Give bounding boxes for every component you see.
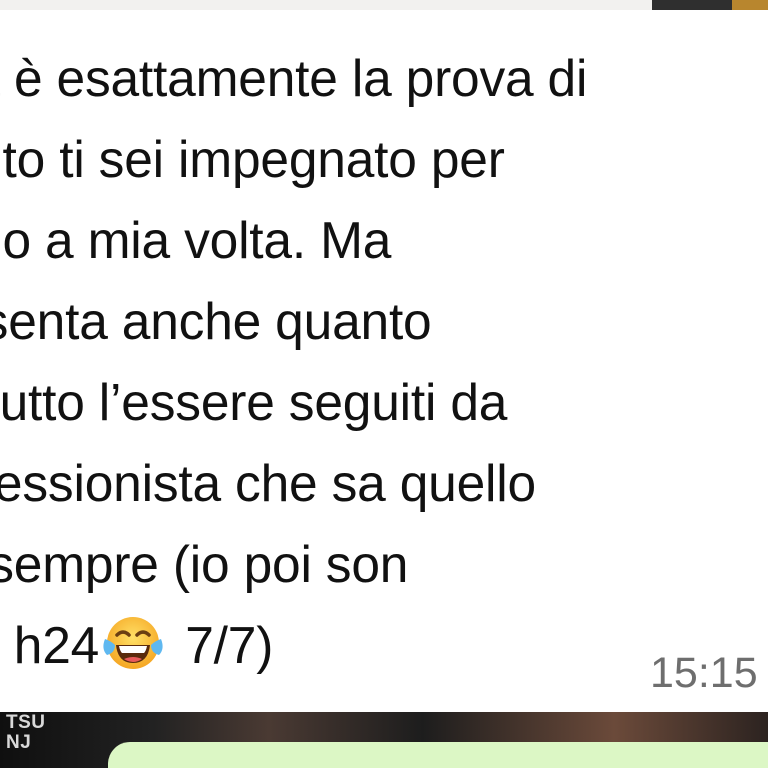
message-line-suffix: 7/7) bbox=[171, 616, 274, 674]
message-text: Questa è esattamente la prova di di quan… bbox=[0, 38, 768, 686]
message-line: me ed io a mia volta. Ma bbox=[0, 211, 392, 269]
previous-media-thumbnail-edge bbox=[732, 0, 768, 10]
message-line: Questa è esattamente la prova di bbox=[0, 49, 588, 107]
message-timestamp: 15:15 bbox=[650, 649, 758, 697]
message-line: seguita h24 bbox=[13, 616, 100, 674]
chat-screen: Questa è esattamente la prova di di quan… bbox=[0, 0, 768, 768]
message-line: di quanto ti sei impegnato per bbox=[0, 130, 505, 188]
tears-of-joy-emoji-icon bbox=[101, 613, 165, 673]
message-line: un professionista che sa quello bbox=[0, 454, 536, 512]
background-photo-logo: TSU NJ bbox=[6, 712, 46, 753]
message-line: cambi tutto l’essere seguiti da bbox=[0, 373, 508, 431]
message-line: che fa sempre (io poi son bbox=[0, 535, 409, 593]
message-line: rappresenta anche quanto bbox=[0, 292, 432, 350]
outgoing-message-bubble[interactable] bbox=[108, 742, 768, 768]
previous-media-thumbnail[interactable] bbox=[652, 0, 732, 10]
